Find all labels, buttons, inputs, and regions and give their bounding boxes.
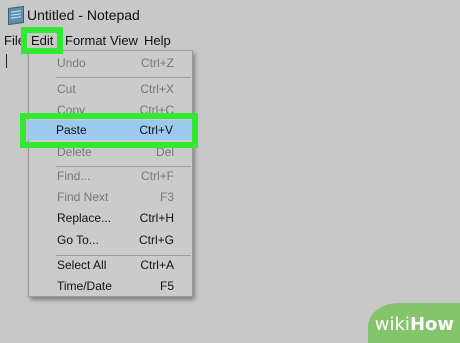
undo-label: Undo xyxy=(57,56,86,70)
select-all-shortcut: Ctrl+A xyxy=(140,258,174,272)
menu-item-undo[interactable]: Undo Ctrl+Z xyxy=(29,52,192,74)
title-bar: Untitled - Notepad xyxy=(0,0,460,30)
time-date-label: Time/Date xyxy=(57,279,112,293)
replace-shortcut: Ctrl+H xyxy=(139,211,174,225)
find-next-shortcut: F3 xyxy=(159,190,174,204)
menu-help[interactable]: Help xyxy=(144,32,171,50)
wikihow-logo: wikiHow xyxy=(368,303,460,343)
menu-item-cut[interactable]: Cut Ctrl+X xyxy=(29,78,192,100)
edit-menu-highlight-box xyxy=(21,27,63,54)
menu-item-find-next[interactable]: Find Next F3 xyxy=(29,186,192,208)
cut-shortcut: Ctrl+X xyxy=(140,82,174,96)
paste-highlight-box xyxy=(20,113,198,148)
wikihow-logo-part1: wiki xyxy=(374,314,410,335)
menu-item-select-all[interactable]: Select All Ctrl+A xyxy=(29,254,192,276)
replace-label: Replace... xyxy=(57,211,112,225)
menu-item-time-date[interactable]: Time/Date F5 xyxy=(29,275,192,297)
goto-shortcut: Ctrl+G xyxy=(138,233,174,247)
menu-view[interactable]: View xyxy=(110,32,138,50)
cut-label: Cut xyxy=(57,82,76,96)
find-next-label: Find Next xyxy=(57,190,109,204)
goto-label: Go To... xyxy=(57,233,99,247)
edit-dropdown-menu: Undo Ctrl+Z Cut Ctrl+X Copy Ctrl+C Delet… xyxy=(28,50,193,297)
wikihow-logo-text: wikiHow xyxy=(375,314,454,335)
undo-shortcut: Ctrl+Z xyxy=(141,56,174,70)
select-all-label: Select All xyxy=(57,258,107,272)
menu-bar: File Edit Format View Help xyxy=(0,30,460,51)
menu-item-replace[interactable]: Replace... Ctrl+H xyxy=(29,207,192,229)
menu-item-find[interactable]: Find... Ctrl+F xyxy=(29,165,192,187)
wikihow-logo-part2: How xyxy=(409,314,454,335)
window-title: Untitled - Notepad xyxy=(27,7,140,23)
find-label: Find... xyxy=(57,169,91,183)
notepad-icon xyxy=(8,5,24,26)
text-caret xyxy=(6,54,7,68)
menu-format[interactable]: Format xyxy=(65,32,106,50)
menu-item-goto[interactable]: Go To... Ctrl+G xyxy=(29,229,192,251)
find-shortcut: Ctrl+F xyxy=(141,169,174,183)
time-date-shortcut: F5 xyxy=(159,279,174,293)
